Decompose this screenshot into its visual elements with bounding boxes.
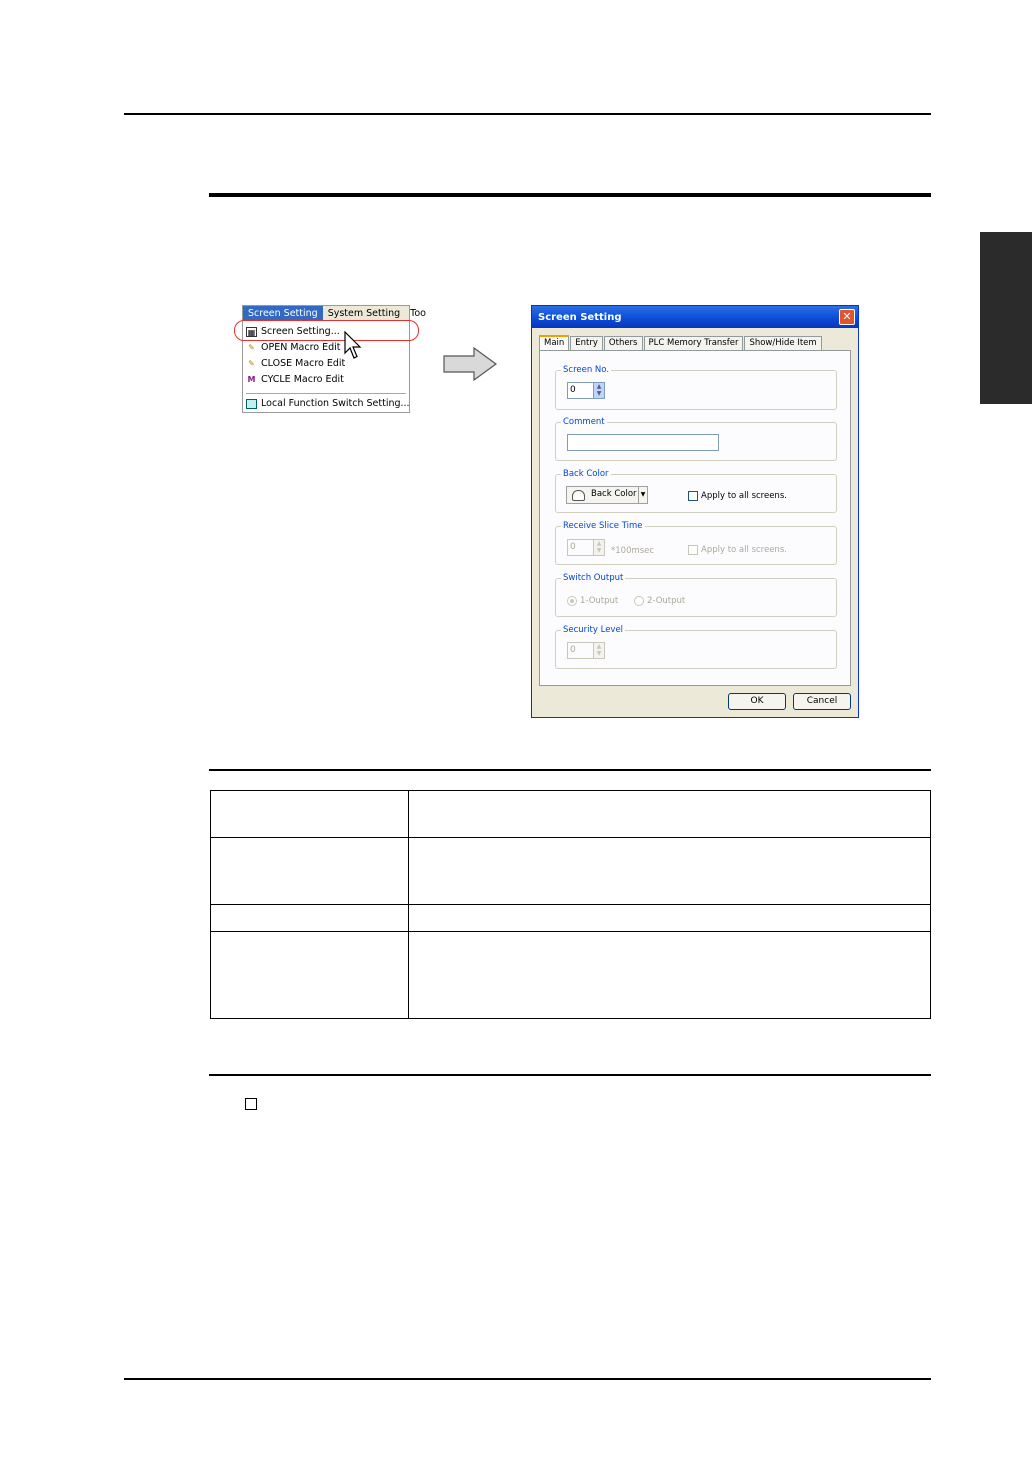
table-heading-rule	[209, 769, 931, 771]
screen-setting-dialog: Screen Setting ✕ Main Entry Others PLC M…	[531, 305, 859, 718]
spin-arrows-icon[interactable]: ▲ ▼	[593, 540, 604, 555]
tab-bar: Main Entry Others PLC Memory Transfer Sh…	[539, 335, 823, 351]
radio-2-output[interactable]: 2-Output	[634, 596, 685, 606]
ok-button[interactable]: OK	[728, 693, 786, 710]
comment-input[interactable]	[567, 434, 719, 451]
tab-main[interactable]: Main	[539, 335, 570, 351]
dialog-titlebar: Screen Setting ✕	[532, 306, 858, 328]
menu-bar: Screen Setting System Setting Too	[243, 306, 426, 321]
table-row	[210, 837, 931, 905]
menu-item-local-function[interactable]: Local Function Switch Setting...	[246, 396, 410, 411]
mouse-cursor-icon	[344, 331, 362, 359]
section-heading-rule	[209, 193, 931, 197]
cycle-macro-icon: M	[247, 374, 256, 384]
receive-slice-label: Receive Slice Time	[561, 521, 645, 531]
security-level-value: 0	[570, 645, 576, 655]
menu-item-label: CLOSE Macro Edit	[261, 358, 346, 369]
main-tab-panel: Screen No. 0 ▲ ▼ Comment Back Color Back …	[539, 350, 851, 686]
screen-no-stepper[interactable]: 0 ▲ ▼	[567, 382, 605, 399]
menu-separator	[246, 393, 406, 394]
dialog-title: Screen Setting	[538, 312, 622, 323]
menu-item-label: Local Function Switch Setting...	[261, 398, 410, 409]
subsection-rule	[209, 1074, 931, 1076]
palette-icon	[572, 490, 585, 501]
receive-slice-group: Receive Slice Time 0 ▲ ▼ *100msec Apply t…	[555, 521, 837, 565]
radio-icon	[567, 596, 577, 606]
tab-others[interactable]: Others	[603, 336, 643, 350]
menu-system-setting[interactable]: System Setting	[323, 306, 405, 321]
receive-slice-unit: *100msec	[611, 546, 655, 556]
screen-no-group: Screen No. 0 ▲ ▼	[555, 365, 837, 410]
tab-plc-memory-transfer[interactable]: PLC Memory Transfer	[643, 336, 744, 350]
close-button[interactable]: ✕	[839, 309, 855, 325]
menu-item-label: OPEN Macro Edit	[261, 342, 341, 353]
bullet-box-icon	[245, 1098, 257, 1110]
table-row	[210, 931, 931, 1019]
receive-slice-stepper[interactable]: 0 ▲ ▼	[567, 539, 605, 556]
menu-item-cycle-macro[interactable]: M CYCLE Macro Edit	[246, 372, 344, 387]
menu-item-label: CYCLE Macro Edit	[261, 374, 344, 385]
checkbox-icon	[688, 491, 698, 501]
menu-item-open-macro[interactable]: ✎ OPEN Macro Edit	[246, 340, 341, 355]
radio-1-output[interactable]: 1-Output	[567, 596, 618, 606]
close-icon: ✕	[842, 310, 852, 323]
back-color-button-label: Back Color	[591, 489, 637, 499]
switch-output-group: Switch Output 1-Output 2-Output	[555, 573, 837, 617]
receive-slice-apply-all-checkbox[interactable]: Apply to all screens.	[688, 545, 787, 555]
screen-no-value: 0	[570, 385, 576, 395]
open-macro-icon: ✎	[248, 342, 255, 352]
back-color-group: Back Color Back Color ▼ Apply to all scr…	[555, 469, 837, 513]
receive-slice-value: 0	[570, 542, 576, 552]
spin-arrows-icon[interactable]: ▲ ▼	[593, 643, 604, 658]
chapter-side-tab	[980, 232, 1032, 404]
switch-output-label: Switch Output	[561, 573, 626, 583]
back-color-button[interactable]: Back Color ▼	[566, 486, 648, 504]
page-footer-rule	[124, 1378, 931, 1380]
radio-label: 1-Output	[580, 596, 619, 606]
checkbox-label: Apply to all screens.	[701, 545, 787, 555]
menu-item-close-macro[interactable]: ✎ CLOSE Macro Edit	[246, 356, 345, 371]
back-color-label: Back Color	[561, 469, 611, 479]
menu-tool[interactable]: Too	[405, 306, 431, 321]
close-macro-icon: ✎	[248, 358, 255, 368]
arrow-right-icon	[443, 347, 498, 381]
chevron-down-icon[interactable]: ▼	[638, 487, 647, 503]
tab-show-hide-item[interactable]: Show/Hide Item	[744, 336, 822, 350]
spin-arrows-icon[interactable]: ▲ ▼	[593, 383, 604, 398]
menu-screen-setting[interactable]: Screen Setting	[243, 306, 323, 321]
highlight-ring	[234, 320, 419, 341]
settings-table	[210, 790, 931, 1019]
security-level-group: Security Level 0 ▲ ▼	[555, 625, 837, 669]
security-level-label: Security Level	[561, 625, 626, 635]
checkbox-icon	[688, 545, 698, 555]
comment-group: Comment	[555, 417, 837, 461]
table-row	[210, 904, 931, 932]
cancel-button[interactable]: Cancel	[793, 693, 851, 710]
screen-no-label: Screen No.	[561, 365, 612, 375]
comment-label: Comment	[561, 417, 607, 427]
local-function-icon	[246, 398, 257, 409]
table-row	[210, 790, 931, 838]
radio-label: 2-Output	[647, 596, 686, 606]
security-level-stepper[interactable]: 0 ▲ ▼	[567, 642, 605, 659]
page-header-rule	[124, 113, 931, 115]
radio-icon	[634, 596, 644, 606]
tab-entry[interactable]: Entry	[570, 336, 603, 350]
back-color-apply-all-checkbox[interactable]: Apply to all screens.	[688, 491, 787, 501]
checkbox-label: Apply to all screens.	[701, 491, 787, 501]
